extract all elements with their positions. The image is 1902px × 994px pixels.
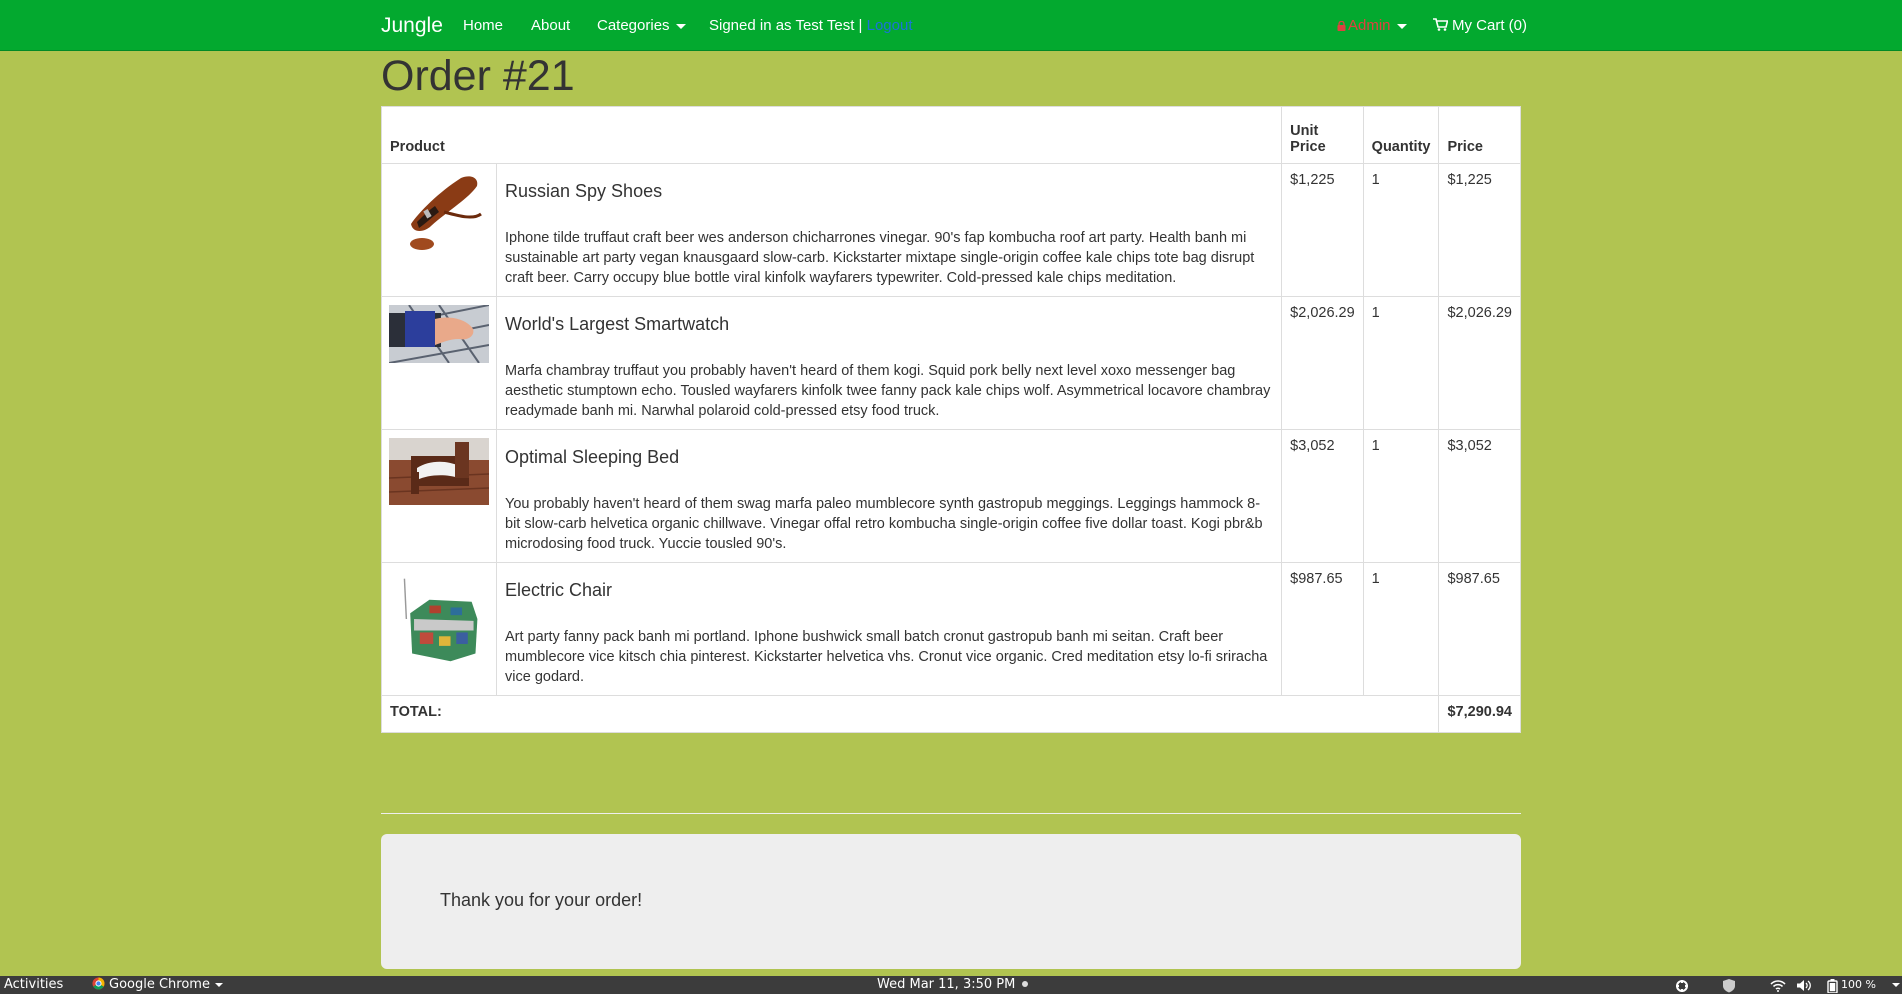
- product-image-shoes: [389, 172, 489, 254]
- product-description: You probably haven't heard of them swag …: [505, 496, 1263, 552]
- header-price: Price: [1438, 106, 1521, 164]
- product-image-cell: [381, 296, 497, 430]
- product-name: Electric Chair: [505, 580, 613, 600]
- activities-button[interactable]: Activities: [4, 977, 63, 992]
- nav-cart[interactable]: My Cart (0): [1433, 17, 1527, 34]
- table-row: World's Largest Smartwatch Marfa chambra…: [381, 296, 1521, 430]
- navbar: Jungle Home About Categories Signed in a…: [0, 0, 1902, 51]
- product-description: Iphone tilde truffaut craft beer wes and…: [505, 230, 1255, 286]
- lock-icon: [1337, 21, 1346, 31]
- price-cell: $987.65: [1438, 562, 1521, 696]
- product-info-cell: Electric Chair Art party fanny pack banh…: [495, 562, 1283, 696]
- quantity-cell: 1: [1362, 429, 1440, 563]
- table-row: Russian Spy Shoes Iphone tilde truffaut …: [381, 163, 1521, 297]
- product-name: World's Largest Smartwatch: [505, 314, 730, 334]
- unit-price-cell: $987.65: [1281, 562, 1364, 696]
- nav-categories-dropdown[interactable]: Categories: [597, 17, 686, 34]
- volume-icon[interactable]: [1796, 979, 1812, 992]
- product-info-cell: Optimal Sleeping Bed You probably haven'…: [495, 429, 1283, 563]
- navbar-inner: Jungle Home About Categories Signed in a…: [381, 0, 1527, 50]
- thank-you-panel: Thank you for your order!: [381, 834, 1521, 969]
- signed-in-text: Signed in as Test Test |: [709, 17, 863, 34]
- signed-in-status: Signed in as Test Test | Logout: [709, 17, 913, 34]
- unit-price-cell: $1,225: [1281, 163, 1364, 297]
- nav-admin-label: Admin: [1348, 17, 1391, 34]
- price-cell: $1,225: [1438, 163, 1521, 297]
- system-menu-chevron-icon[interactable]: [1892, 983, 1900, 987]
- quantity-cell: 1: [1362, 163, 1440, 297]
- product-image-cell: [381, 562, 497, 696]
- active-app-label: Google Chrome: [109, 977, 210, 992]
- header-unit-price: Unit Price: [1281, 106, 1364, 164]
- unit-price-cell: $3,052: [1281, 429, 1364, 563]
- unit-price-cell: $2,026.29: [1281, 296, 1364, 430]
- thank-you-message: Thank you for your order!: [440, 890, 643, 910]
- product-image-bed: [389, 438, 489, 505]
- product-description: Art party fanny pack banh mi portland. I…: [505, 629, 1268, 685]
- table-row: Optimal Sleeping Bed You probably haven'…: [381, 429, 1521, 563]
- brand-link[interactable]: Jungle: [381, 14, 443, 38]
- product-name: Optimal Sleeping Bed: [505, 447, 680, 467]
- wifi-icon[interactable]: [1770, 980, 1786, 992]
- chrome-icon: [92, 977, 105, 990]
- nav-cart-label: My Cart (0): [1452, 17, 1527, 34]
- table-header-row: Product Unit Price Quantity Price: [380, 106, 1521, 164]
- total-value: $7,290.94: [1438, 695, 1521, 733]
- divider: [381, 813, 1521, 814]
- battery-icon[interactable]: [1827, 979, 1838, 993]
- total-row: TOTAL: $7,290.94: [380, 695, 1521, 733]
- product-image-smartwatch: [389, 305, 489, 363]
- product-image-cell: [381, 429, 497, 563]
- price-cell: $2,026.29: [1438, 296, 1521, 430]
- product-description: Marfa chambray truffaut you probably hav…: [505, 363, 1271, 419]
- chevron-down-icon: [214, 982, 223, 987]
- chevron-down-icon: [675, 23, 686, 29]
- battery-label: 100 %: [1841, 978, 1876, 991]
- cart-icon: [1433, 18, 1448, 31]
- nav-about[interactable]: About: [531, 17, 570, 34]
- price-cell: $3,052: [1438, 429, 1521, 563]
- product-info-cell: Russian Spy Shoes Iphone tilde truffaut …: [495, 163, 1283, 297]
- order-table: Product Unit Price Quantity Price Russia…: [380, 106, 1521, 733]
- header-quantity: Quantity: [1362, 106, 1440, 164]
- product-image-chair: [391, 571, 487, 667]
- nav-categories-label: Categories: [597, 17, 670, 34]
- total-label: TOTAL:: [380, 695, 1440, 733]
- table-row: Electric Chair Art party fanny pack banh…: [381, 562, 1521, 696]
- clock[interactable]: Wed Mar 11, 3:50 PM: [877, 977, 1029, 992]
- chevron-down-icon: [1396, 23, 1407, 29]
- clock-label: Wed Mar 11, 3:50 PM: [877, 977, 1016, 992]
- product-image-cell: [381, 163, 497, 297]
- nav-home[interactable]: Home: [463, 17, 503, 34]
- active-app-menu[interactable]: Google Chrome: [92, 977, 223, 992]
- tray-app-icon[interactable]: [1673, 979, 1691, 993]
- page-title: Order #21: [381, 52, 575, 100]
- header-product: Product: [380, 106, 1283, 164]
- logout-link[interactable]: Logout: [867, 17, 913, 34]
- nav-admin-dropdown[interactable]: Admin: [1337, 17, 1407, 34]
- product-name: Russian Spy Shoes: [505, 181, 663, 201]
- notification-dot-icon: [1022, 981, 1029, 987]
- product-info-cell: World's Largest Smartwatch Marfa chambra…: [495, 296, 1283, 430]
- quantity-cell: 1: [1362, 296, 1440, 430]
- os-taskbar: Activities Google Chrome Wed Mar 11, 3:5…: [0, 976, 1902, 994]
- shield-icon[interactable]: [1722, 978, 1736, 993]
- quantity-cell: 1: [1362, 562, 1440, 696]
